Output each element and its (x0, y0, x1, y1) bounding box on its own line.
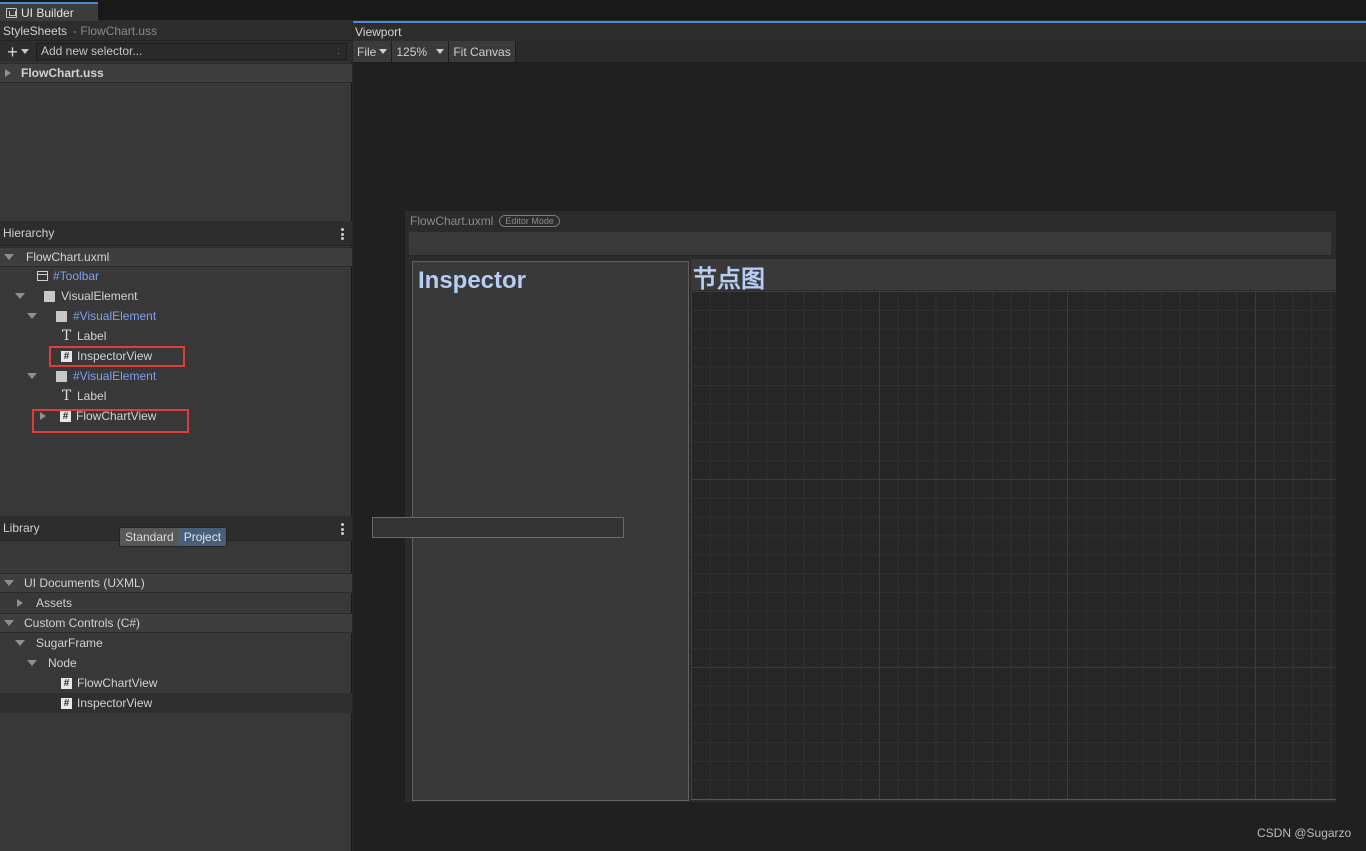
chevron-down-icon (20, 49, 29, 54)
canvas-toolbar-element[interactable] (409, 232, 1331, 256)
inspector-title-label: Inspector (418, 267, 527, 294)
library-menu-icon[interactable] (341, 523, 344, 535)
hierarchy-item-root[interactable]: FlowChart.uxml (0, 247, 352, 267)
collapse-arrow-icon[interactable] (27, 660, 37, 666)
fit-canvas-label: Fit Canvas (453, 44, 511, 59)
stylesheet-item-flowchart-uss[interactable]: FlowChart.uss (0, 63, 352, 83)
collapse-arrow-icon[interactable] (15, 640, 25, 646)
plus-icon: + (7, 41, 18, 62)
add-selector-placeholder: Add new selector... (41, 44, 143, 58)
hierarchy-item-label: #Toolbar (53, 269, 100, 283)
toolbar-icon (37, 271, 48, 281)
tab-project[interactable]: Project (178, 528, 227, 546)
editor-mode-badge[interactable]: Editor Mode (499, 215, 560, 227)
stylesheets-title: StyleSheets (3, 23, 68, 38)
library-item-label: FlowChartView (77, 676, 158, 690)
collapse-arrow-icon[interactable] (27, 313, 37, 319)
library-item-flowchartview[interactable]: # FlowChartView (0, 673, 352, 693)
library-item-sugarframe[interactable]: SugarFrame (0, 633, 352, 653)
custom-control-icon: # (61, 677, 72, 689)
library-section-label: Custom Controls (C#) (24, 616, 141, 630)
hierarchy-menu-icon[interactable] (341, 228, 344, 240)
expand-arrow-icon[interactable] (5, 69, 11, 77)
stylesheets-header: StyleSheets - FlowChart.uss (0, 21, 352, 41)
library-item-label: SugarFrame (36, 636, 103, 650)
canvas-document-name: FlowChart.uxml (410, 214, 494, 228)
hierarchy-header: Hierarchy (0, 221, 352, 246)
library-item-node[interactable]: Node (0, 653, 352, 673)
chevron-down-icon (436, 49, 445, 54)
hierarchy-item-visualelement[interactable]: VisualElement (0, 286, 352, 306)
chevron-down-icon (379, 49, 388, 54)
hierarchy-item-label: FlowChart.uxml (26, 250, 110, 264)
file-menu-label: File (357, 44, 377, 59)
window-tab-strip (0, 0, 1366, 21)
visual-element-icon (44, 290, 55, 302)
collapse-arrow-icon[interactable] (27, 373, 37, 379)
stylesheets-subtitle: - FlowChart.uss (73, 23, 158, 38)
hierarchy-item-label: VisualElement (61, 289, 138, 303)
left-panel: StyleSheets - FlowChart.uss + Add new se… (0, 21, 352, 851)
canvas-title-bar: FlowChart.uxml Editor Mode (410, 213, 560, 229)
tab-ui-builder-label: UI Builder (21, 5, 74, 20)
flowchart-view-element[interactable]: 节点图 (691, 259, 1336, 800)
hierarchy-item-label-1[interactable]: T Label (0, 326, 352, 346)
file-menu-button[interactable]: File (353, 41, 393, 62)
fit-canvas-button[interactable]: Fit Canvas (449, 41, 516, 62)
nodegraph-header: 节点图 (691, 259, 1336, 293)
add-selector-input[interactable]: Add new selector... : (36, 43, 347, 60)
hierarchy-item-visualelement-1[interactable]: #VisualElement (0, 306, 352, 326)
library-item-label: Node (48, 656, 77, 670)
hierarchy-item-label: #VisualElement (73, 309, 157, 323)
selector-options-icon[interactable]: : (337, 44, 340, 59)
collapse-arrow-icon[interactable] (4, 254, 14, 260)
ui-builder-icon (6, 7, 17, 18)
stylesheet-item-label: FlowChart.uss (21, 66, 104, 80)
library-item-label: Assets (36, 596, 73, 610)
hierarchy-item-visualelement-2[interactable]: #VisualElement (0, 366, 352, 386)
watermark-text: CSDN @Sugarzo (1257, 826, 1352, 840)
hierarchy-item-label: #VisualElement (73, 369, 157, 383)
zoom-dropdown[interactable]: 125% (392, 41, 450, 62)
floating-text-field[interactable] (372, 517, 624, 538)
library-section-custom-controls[interactable]: Custom Controls (C#) (0, 613, 352, 633)
tab-ui-builder[interactable]: UI Builder (0, 2, 98, 21)
nodegraph-grid[interactable] (691, 291, 1336, 800)
nodegraph-title-label: 节点图 (693, 266, 765, 293)
viewport-title: Viewport (355, 25, 402, 39)
library-item-assets[interactable]: Assets (0, 593, 352, 613)
library-section-label: UI Documents (UXML) (24, 576, 145, 590)
text-label-icon: T (61, 327, 72, 344)
library-item-inspectorview[interactable]: # InspectorView (0, 693, 352, 713)
library-title: Library (3, 521, 40, 535)
visual-element-icon (56, 370, 67, 382)
hierarchy-item-label: Label (77, 329, 107, 343)
viewport-header: Viewport (353, 23, 1366, 41)
library-section-ui-documents[interactable]: UI Documents (UXML) (0, 573, 352, 593)
hierarchy-item-label: Label (77, 389, 107, 403)
visual-element-icon (56, 310, 67, 322)
custom-control-icon: # (61, 697, 72, 709)
highlight-box-inspectorview (49, 346, 185, 367)
highlight-box-flowchartview (32, 409, 189, 433)
document-canvas[interactable]: FlowChart.uxml Editor Mode Inspector 节点图 (405, 211, 1336, 802)
library-tab-toggle: Standard Project (119, 527, 228, 547)
collapse-arrow-icon[interactable] (4, 580, 14, 586)
expand-arrow-icon[interactable] (17, 599, 23, 607)
zoom-value: 125% (396, 44, 428, 59)
text-label-icon: T (61, 387, 72, 404)
tab-standard[interactable]: Standard (120, 528, 179, 546)
collapse-arrow-icon[interactable] (15, 293, 25, 299)
hierarchy-item-toolbar[interactable]: #Toolbar (0, 266, 352, 286)
library-item-label: InspectorView (77, 696, 153, 710)
hierarchy-item-label-2[interactable]: T Label (0, 386, 352, 406)
add-stylesheet-button[interactable]: + (0, 42, 36, 62)
stylesheets-toolbar: + Add new selector... : (0, 41, 352, 62)
viewport-toolbar: File 125% Fit Canvas (353, 41, 1366, 63)
collapse-arrow-icon[interactable] (4, 620, 14, 626)
hierarchy-title: Hierarchy (3, 226, 55, 240)
